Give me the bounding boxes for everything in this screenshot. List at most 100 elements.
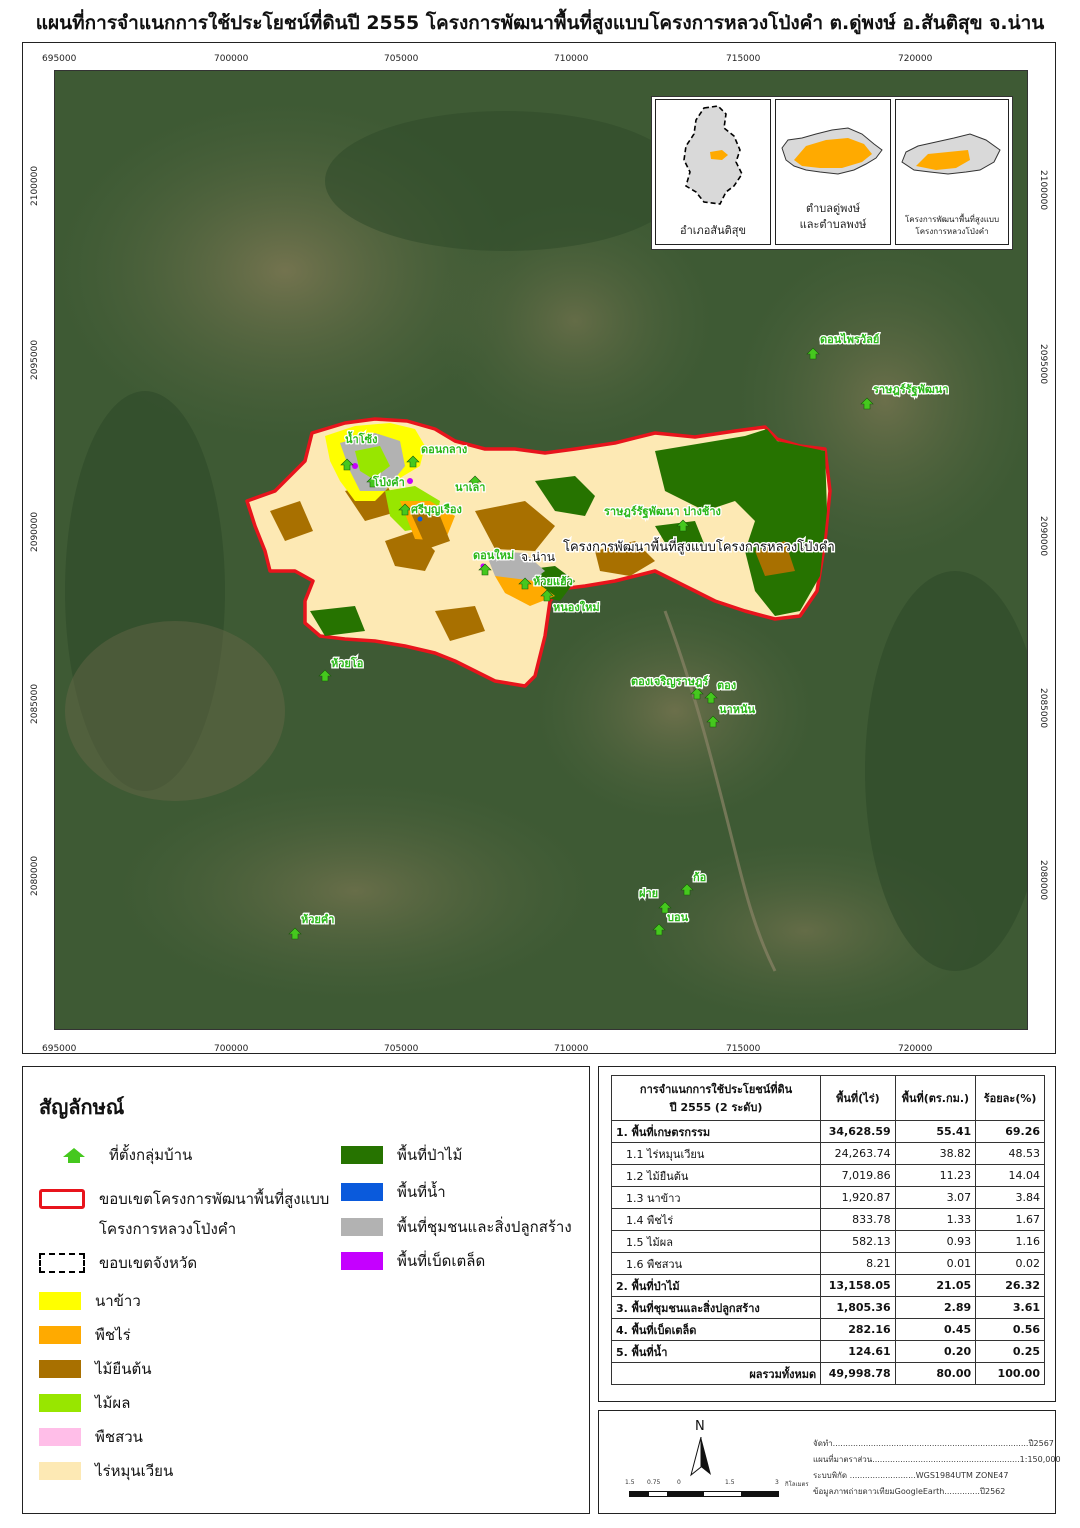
info-scale: แผนที่มาตราส่วน.........................…: [813, 1455, 1061, 1464]
x-tick-label-top: 695000: [42, 54, 77, 64]
table-header-class: การจำแนกการใช้ประโยชน์ที่ดิน ปี 2555 (2 …: [610, 1075, 822, 1121]
district-shape: [683, 105, 743, 205]
table-cell-rai: 8.21: [820, 1252, 896, 1275]
legend-label-shifting: ไร่หมุนเวียน: [95, 1462, 174, 1480]
table-cell-rai: 34,628.59: [820, 1120, 896, 1143]
village-label: ห้วยคำ: [301, 913, 334, 926]
legend-label-community: พื้นที่ชุมชนและสิ่งปลูกสร้าง: [397, 1218, 572, 1236]
info-coord-system: ระบบพิกัด ..........................WGS1…: [813, 1471, 1009, 1480]
table-total-rai: 49,998.78: [820, 1362, 896, 1385]
x-tick-label-bottom: 695000: [42, 1044, 77, 1054]
table-cell-pct: 69.26: [975, 1120, 1045, 1143]
scale-tick-label: 3: [775, 1479, 779, 1486]
table-cell-sqkm: 21.05: [894, 1274, 977, 1297]
village-label: ดอนกลาง: [421, 443, 467, 456]
table-cell-sqkm: 11.23: [894, 1164, 977, 1187]
inset-project-caption-2: โครงการหลวงโป่งคำ: [915, 227, 989, 236]
village-label: ก้อ: [693, 871, 706, 884]
legend-item-community: พื้นที่ชุมชนและสิ่งปลูกสร้าง: [341, 1215, 572, 1239]
y-tick-label-left: 2080000: [30, 855, 40, 896]
legend-label-misc: พื้นที่เบ็ดเตล็ด: [397, 1252, 486, 1270]
village-label: น้ำโซ้ง: [345, 431, 377, 446]
map-title: แผนที่การจำแนกการใช้ประโยชน์ที่ดินปี 255…: [35, 12, 1045, 34]
orchard-swatch: [39, 1394, 81, 1412]
table-cell-sqkm: 38.82: [894, 1142, 977, 1165]
village-label: บอน: [667, 911, 689, 924]
table-cell-pct: 0.25: [975, 1340, 1045, 1363]
inset-district: อำเภอสันติสุข: [655, 99, 771, 245]
y-tick-label-right: 2100000: [1038, 170, 1048, 211]
legend-item-rice: นาข้าว: [39, 1289, 141, 1313]
legend-item-field-crop: พืชไร่: [39, 1323, 131, 1347]
legend-label-project-boundary-2: โครงการหลวงโป่งคำ: [99, 1220, 237, 1238]
table-cell-sqkm: 1.33: [894, 1208, 977, 1231]
legend-item-water: พื้นที่น้ำ: [341, 1180, 446, 1204]
project-label: โครงการพัฒนาพื้นที่สูงแบบโครงการหลวงโป่ง…: [563, 537, 835, 555]
table-header-rai: พื้นที่(ไร่): [820, 1075, 896, 1121]
y-tick-label-right: 2085000: [1038, 688, 1048, 729]
village-label: ห้วยโอ: [331, 656, 363, 670]
legend-item-forest: พื้นที่ป่าไม้: [341, 1143, 462, 1167]
table-total-label: ผลรวมทั้งหมด: [610, 1362, 822, 1385]
table-cell-label: 1.4 พืชไร่: [610, 1208, 822, 1231]
table-cell-label: 2. พื้นที่ป่าไม้: [610, 1274, 822, 1297]
legend-item-project-boundary: ขอบเขตโครงการพัฒนาพื้นที่สูงแบบ โครงการห…: [39, 1187, 329, 1241]
table-cell-sqkm: 3.07: [894, 1186, 977, 1209]
y-tick-label-left: 2100000: [30, 165, 40, 206]
legend-label-province: ขอบเขตจังหวัด: [99, 1254, 198, 1272]
village-label: ตอง: [717, 679, 736, 692]
table-row: 3. พื้นที่ชุมชนและสิ่งปลูกสร้าง 1,805.36 2…: [610, 1296, 1045, 1319]
rice-swatch: [39, 1292, 81, 1310]
village-label: ฝาย: [639, 887, 658, 900]
y-tick-label-right: 2090000: [1038, 516, 1048, 557]
table-cell-label: 1. พื้นที่เกษตรกรรม: [610, 1120, 822, 1143]
table-row: 1.2 ไม้ยืนต้น 7,019.86 11.23 14.04: [610, 1164, 1045, 1187]
village-label: ศรีบุญเรือง: [411, 503, 462, 517]
inset-district-caption: อำเภอสันติสุข: [679, 224, 746, 237]
forest-swatch: [341, 1146, 383, 1164]
table-cell-label: 1.6 พืชสวน: [610, 1252, 822, 1275]
table-cell-label: 1.2 ไม้ยืนต้น: [610, 1164, 822, 1187]
table-total-sqkm: 80.00: [894, 1362, 977, 1385]
village-label: หนองใหม่: [553, 600, 600, 614]
table-row: 1. พื้นที่เกษตรกรรม 34,628.59 55.41 69.26: [610, 1120, 1045, 1143]
project-shape: [901, 133, 1001, 175]
locator-insets: อำเภอสันติสุข ตำบลดู่พงษ์ และตำบลพงษ์ โค…: [651, 96, 1013, 250]
table-cell-label: 1.3 นาข้าว: [610, 1186, 822, 1209]
satellite-map[interactable]: น้ำโซ้ง ดอนกลาง โป่งคำ นาเลา ศรีบุญเรือง ราษฎ…: [54, 70, 1028, 1030]
table-cell-rai: 13,158.05: [820, 1274, 896, 1297]
table-row: 1.5 ไม้ผล 582.13 0.93 1.16: [610, 1230, 1045, 1253]
x-tick-label-top: 715000: [726, 54, 761, 64]
legend-label-rice: นาข้าว: [95, 1292, 141, 1310]
table-header-pct: ร้อยละ(%): [975, 1075, 1045, 1121]
north-label: N: [695, 1419, 705, 1434]
y-tick-label-right: 2095000: [1038, 344, 1048, 385]
project-boundary-swatch: [39, 1189, 85, 1209]
legend-item-horticulture: พืชสวน: [39, 1425, 143, 1449]
table-cell-sqkm: 0.01: [894, 1252, 977, 1275]
inset-project: โครงการพัฒนาพื้นที่สูงแบบ โครงการหลวงโป่…: [895, 99, 1009, 245]
table-cell-label: 1.5 ไม้ผล: [610, 1230, 822, 1253]
table-body: 1. พื้นที่เกษตรกรรม 34,628.59 55.41 69.26 1.…: [610, 1120, 1045, 1385]
table-cell-pct: 0.02: [975, 1252, 1045, 1275]
province-boundary-swatch: [39, 1253, 85, 1273]
x-tick-label-bottom: 705000: [384, 1044, 419, 1054]
shifting-cultivation-swatch: [39, 1462, 81, 1480]
table-total-row: ผลรวมทั้งหมด 49,998.78 80.00 100.00: [610, 1362, 1045, 1385]
map-info-panel: N 1.5 0.75 0 1.5 3 กิโลเมตร จัดทำ............…: [598, 1410, 1061, 1514]
table-row: 4. พื้นที่เบ็ดเตล็ด 282.16 0.45 0.56: [610, 1318, 1045, 1341]
legend-item-province: ขอบเขตจังหวัด: [39, 1251, 197, 1275]
table-cell-sqkm: 2.89: [894, 1296, 977, 1319]
table-cell-rai: 1,920.87: [820, 1186, 896, 1209]
scale-unit-label: กิโลเมตร: [785, 1481, 809, 1488]
perennial-swatch: [39, 1360, 81, 1378]
table-header-sqkm: พื้นที่(ตร.กม.): [894, 1075, 977, 1121]
info-imagery-source: ข้อมูลภาพถ่ายดาวเทียมGoogleEarth........…: [813, 1487, 1006, 1496]
table-cell-pct: 14.04: [975, 1164, 1045, 1187]
table-header-class-line1: การจำแนกการใช้ประโยชน์ที่ดิน: [639, 1083, 793, 1096]
village-label: ตองเจริญราษฎร์: [631, 675, 708, 688]
x-tick-label-bottom: 700000: [214, 1044, 249, 1054]
misc-swatch: [341, 1252, 383, 1270]
inset-subdistrict-caption-2: และตำบลพงษ์: [799, 218, 867, 231]
field-crop-swatch: [39, 1326, 81, 1344]
